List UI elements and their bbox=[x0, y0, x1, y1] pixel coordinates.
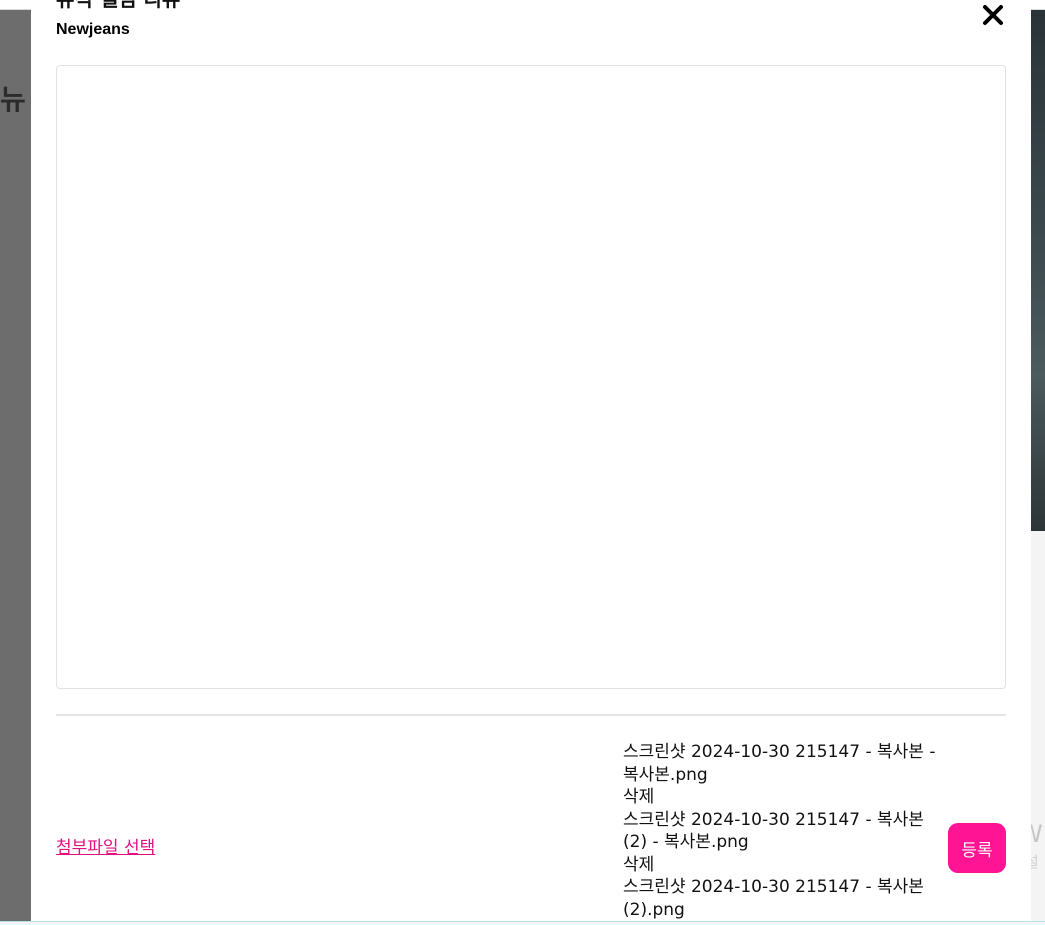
artist-name: Newjeans bbox=[56, 21, 130, 38]
attach-file-link[interactable]: 첨부파일 선택 bbox=[56, 837, 155, 859]
attached-file-list: 스크린샷 2024-10-30 215147 - 복사본 - 복사본.png 삭… bbox=[623, 741, 953, 921]
backdrop-heading-fragment: 뉴 bbox=[0, 83, 26, 116]
file-item: 스크린샷 2024-10-30 215147 - 복사본 (2).png bbox=[623, 876, 953, 921]
file-item: 스크린샷 2024-10-30 215147 - 복사본 (2) - 복사본.p… bbox=[623, 809, 953, 877]
file-delete-button[interactable]: 삭제 bbox=[623, 786, 953, 809]
close-icon bbox=[983, 5, 1003, 25]
bottom-edge bbox=[0, 921, 1045, 925]
review-editor[interactable] bbox=[56, 65, 1006, 689]
submit-button[interactable]: 등록 bbox=[948, 823, 1006, 873]
file-name: 스크린샷 2024-10-30 215147 - 복사본 (2) - 복사본.p… bbox=[623, 809, 924, 853]
file-delete-button[interactable]: 삭제 bbox=[623, 854, 953, 877]
review-modal: 뮤직 앨범 리뷰 Newjeans 첨부파일 선택 스크린샷 2024-10-3… bbox=[31, 0, 1031, 921]
divider bbox=[56, 714, 1006, 716]
file-name: 스크린샷 2024-10-30 215147 - 복사본 (2).png bbox=[623, 877, 924, 920]
backdrop-photo bbox=[1031, 10, 1045, 531]
file-name: 스크린샷 2024-10-30 215147 - 복사본 - 복사본.png bbox=[623, 742, 936, 785]
file-item: 스크린샷 2024-10-30 215147 - 복사본 - 복사본.png 삭… bbox=[623, 741, 953, 809]
modal-title: 뮤직 앨범 리뷰 bbox=[56, 0, 180, 11]
close-button[interactable] bbox=[979, 2, 1007, 28]
